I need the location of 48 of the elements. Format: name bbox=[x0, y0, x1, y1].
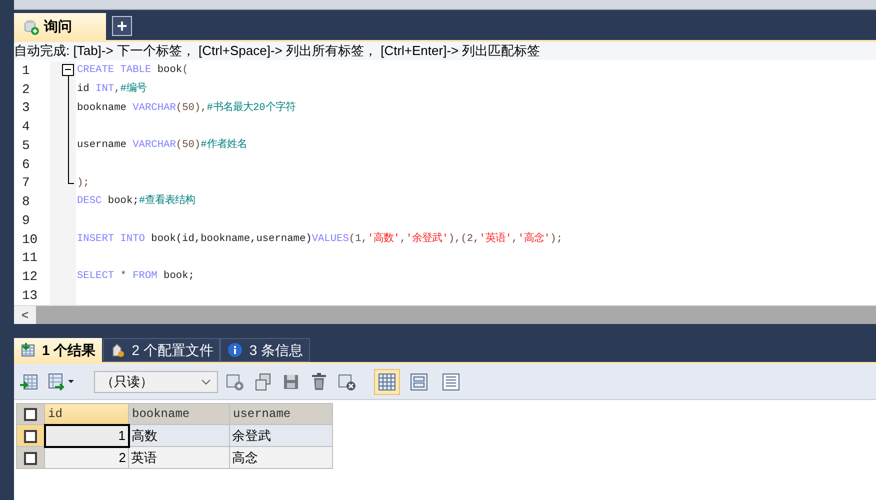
query-tab[interactable]: 询问 bbox=[14, 13, 106, 40]
line-number: 8 bbox=[21, 195, 30, 208]
new-tab-button[interactable]: + bbox=[112, 16, 132, 36]
table-icon bbox=[20, 342, 36, 358]
column-header[interactable]: username bbox=[230, 404, 332, 424]
line-number: 5 bbox=[21, 138, 30, 152]
grid-view-button[interactable] bbox=[374, 368, 400, 394]
line-number: 2 bbox=[21, 82, 30, 96]
code-line: username VARCHAR(50)#作者姓名 bbox=[76, 140, 247, 151]
line-number: 6 bbox=[21, 158, 30, 171]
code-line: id INT,#编号 bbox=[76, 84, 146, 94]
result-tab[interactable]: 2 个配置文件 bbox=[102, 338, 220, 362]
house-icon bbox=[110, 342, 126, 358]
column-header[interactable]: bookname bbox=[128, 404, 230, 424]
line-number: 3 bbox=[21, 101, 30, 114]
row-checkbox[interactable] bbox=[24, 452, 37, 465]
result-tab[interactable]: 3 条信息 bbox=[220, 338, 310, 362]
code-line: CREATE TABLE book( bbox=[76, 65, 188, 76]
database-icon bbox=[22, 18, 40, 36]
code-line: ); bbox=[76, 178, 90, 188]
info-icon bbox=[227, 342, 244, 358]
line-number: 9 bbox=[21, 214, 30, 227]
line-number: 12 bbox=[21, 270, 38, 284]
table-cell: 1 bbox=[44, 424, 128, 446]
table-cell: 2 bbox=[44, 446, 128, 468]
line-number: 11 bbox=[21, 251, 38, 264]
scroll-left-button[interactable]: < bbox=[14, 306, 36, 324]
table-cell: 英语 bbox=[128, 446, 230, 468]
chevron-down-icon bbox=[201, 378, 211, 384]
line-number: 4 bbox=[21, 120, 30, 134]
line-number: 1 bbox=[21, 64, 30, 77]
row-checkbox[interactable] bbox=[24, 430, 37, 443]
fold-toggle-icon[interactable] bbox=[62, 64, 74, 76]
table-cell: 高念 bbox=[230, 446, 332, 468]
line-number: 7 bbox=[21, 176, 30, 190]
column-header[interactable]: id bbox=[44, 404, 128, 424]
mode-dropdown[interactable]: （只读） bbox=[94, 370, 218, 392]
code-line: bookname VARCHAR(50),#书名最大20个字符 bbox=[76, 102, 296, 114]
line-number: 10 bbox=[21, 232, 38, 246]
row-checkbox[interactable] bbox=[24, 408, 37, 422]
row-header[interactable] bbox=[16, 446, 44, 468]
autocomplete-hint: 自动完成: [Tab]-> 下一个标签， [Ctrl+Space]-> 列出所有标签， [Ctrl+Enter]-> 列出匹配标签 bbox=[14, 42, 876, 60]
code-line: DESC book;#查看表结构 bbox=[76, 196, 195, 207]
row-header[interactable] bbox=[16, 424, 44, 446]
code-line: SELECT * FROM book; bbox=[76, 271, 194, 282]
code-line: INSERT INTO book(id,bookname,username)VALUES(1,'高数','余登武'),(2,'英语','高念'); bbox=[76, 234, 563, 244]
line-number: 13 bbox=[21, 288, 38, 302]
result-tab[interactable]: 1 个结果 bbox=[14, 338, 103, 362]
